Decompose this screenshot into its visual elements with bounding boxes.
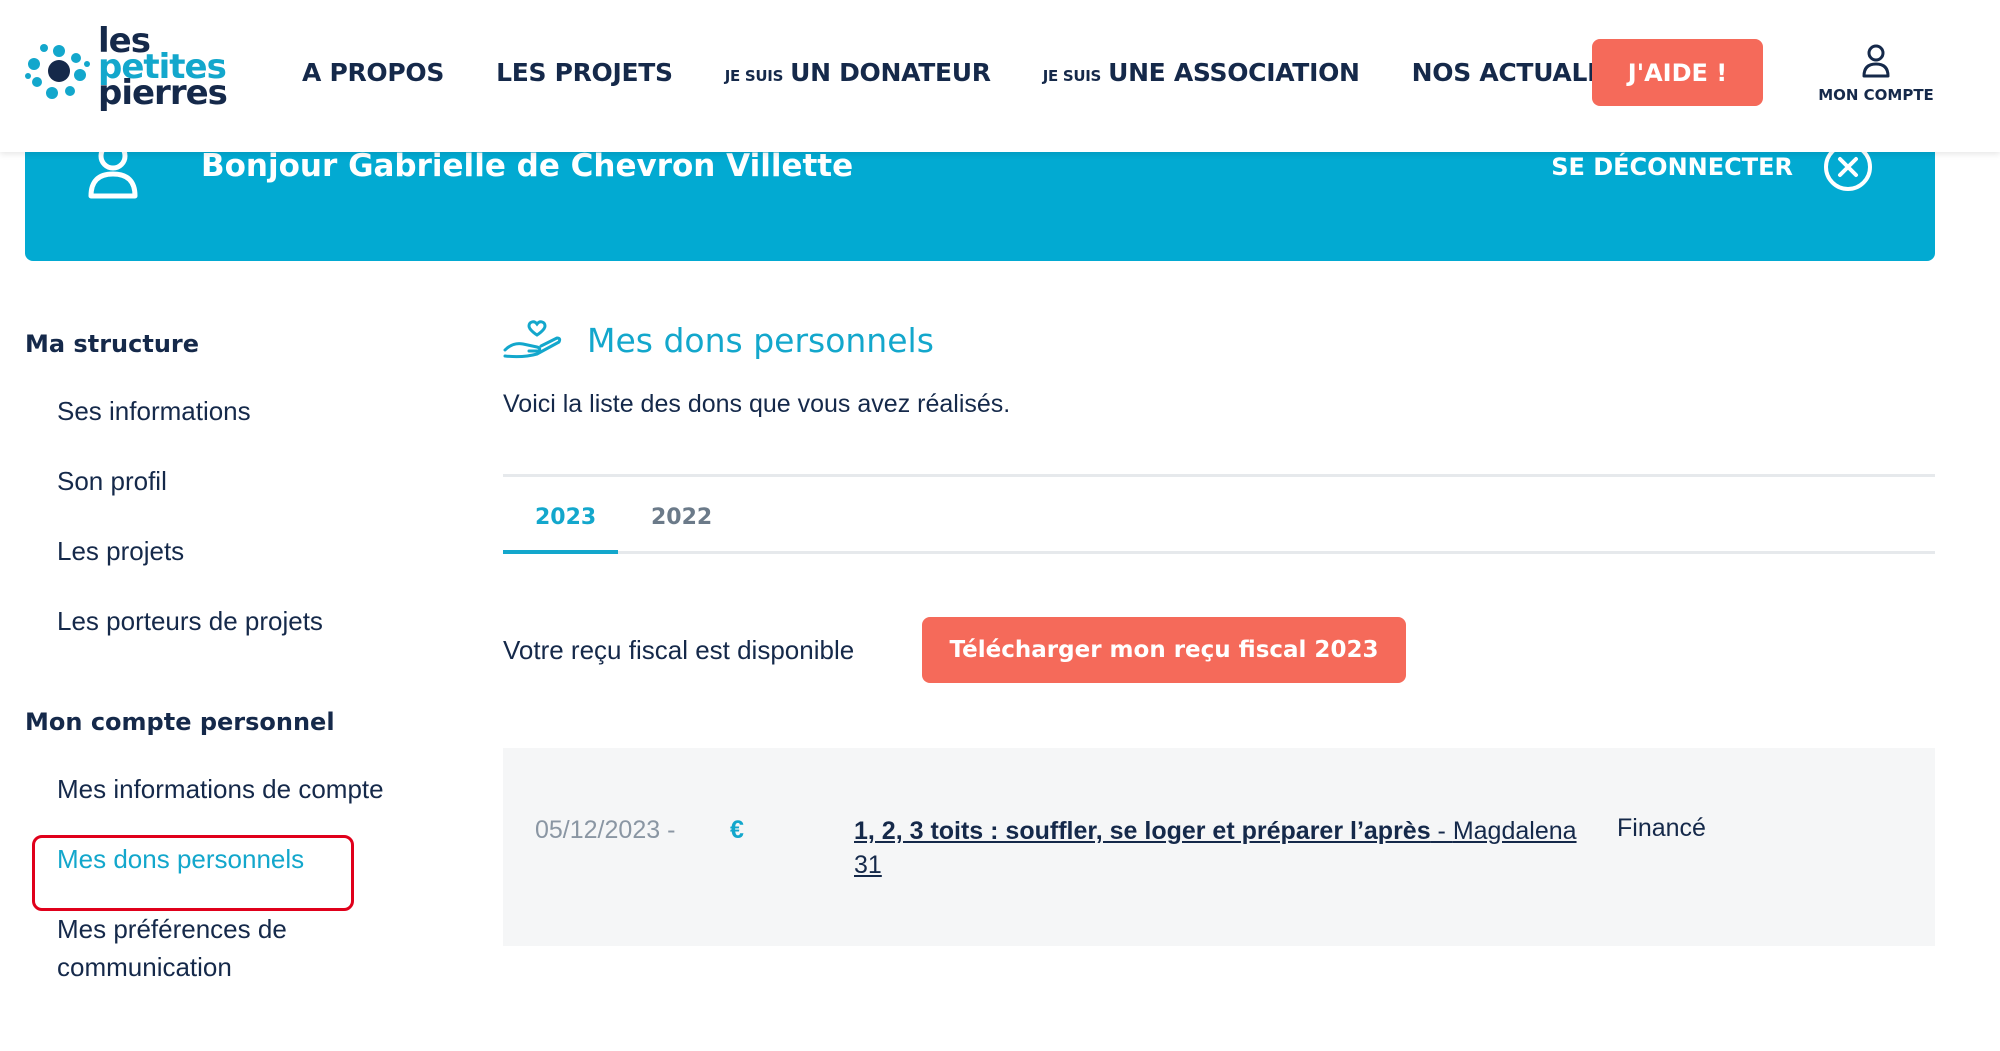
- logo-text-pierres: pierres: [98, 73, 228, 113]
- sidebar-item-son-profil[interactable]: Son profil: [57, 462, 445, 500]
- account-label: MON COMPTE: [1818, 86, 1934, 104]
- tab-2023[interactable]: 2023: [535, 505, 596, 530]
- nav-association[interactable]: JE SUIS UNE ASSOCIATION: [1043, 58, 1360, 87]
- sidebar-item-preferences-communication[interactable]: Mes préférences de communication: [57, 910, 347, 986]
- jaide-button[interactable]: J'AIDE !: [1592, 39, 1763, 106]
- site-header: les petites pierres A PROPOS LES PROJETS…: [0, 0, 2000, 152]
- user-icon: [1862, 44, 1890, 78]
- nav-prefix: JE SUIS: [1042, 67, 1102, 85]
- nav-donateur[interactable]: JE SUIS UN DONATEUR: [725, 58, 991, 87]
- logout-label: SE DÉCONNECTER: [1551, 153, 1793, 181]
- tab-2022[interactable]: 2022: [651, 505, 712, 530]
- sidebar-heading-compte-personnel: Mon compte personnel: [25, 708, 335, 736]
- donation-project-link[interactable]: 1, 2, 3 toits : souffler, se loger et pr…: [854, 817, 1577, 879]
- receipt-status-text: Votre reçu fiscal est disponible: [503, 635, 855, 665]
- donation-amount-currency: €: [730, 816, 744, 844]
- project-name: 1, 2, 3 toits : souffler, se loger et pr…: [854, 817, 1431, 845]
- year-tabs: 2023 2022: [503, 474, 1935, 554]
- main-nav: A PROPOS LES PROJETS JE SUIS UN DONATEUR …: [302, 58, 1699, 87]
- hand-heart-icon: [503, 320, 562, 359]
- donation-status: Financé: [1617, 814, 1706, 842]
- logo-dots-icon: [25, 44, 90, 99]
- sidebar-item-informations-compte[interactable]: Mes informations de compte: [57, 770, 445, 808]
- nav-prefix: JE SUIS: [724, 67, 784, 85]
- greeting-text: Bonjour Gabrielle de Chevron Villette: [201, 148, 854, 184]
- donation-row: 05/12/2023 - € 1, 2, 3 toits : souffler,…: [503, 748, 1935, 946]
- intro-text: Voici la liste des dons que vous avez ré…: [503, 390, 1011, 418]
- sidebar-heading-structure: Ma structure: [25, 330, 200, 358]
- sidebar-item-ses-informations[interactable]: Ses informations: [57, 392, 445, 430]
- account-link[interactable]: MON COMPTE: [1810, 44, 1942, 104]
- donation-date: 05/12/2023 -: [535, 816, 676, 844]
- project-separator: -: [1430, 817, 1453, 845]
- nav-les-projets[interactable]: LES PROJETS: [496, 58, 673, 87]
- nav-a-propos[interactable]: A PROPOS: [302, 58, 444, 87]
- site-logo[interactable]: les petites pierres: [24, 24, 228, 114]
- highlight-box: [32, 835, 354, 911]
- page-title: Mes dons personnels: [587, 320, 934, 360]
- download-receipt-button[interactable]: Télécharger mon reçu fiscal 2023: [922, 617, 1406, 683]
- sidebar-item-les-projets[interactable]: Les projets: [57, 532, 445, 570]
- active-tab-indicator: [503, 550, 618, 554]
- donation-project: 1, 2, 3 toits : souffler, se loger et pr…: [854, 814, 1594, 882]
- sidebar-item-porteurs-de-projets[interactable]: Les porteurs de projets: [57, 602, 445, 640]
- main-content: Mes dons personnels Voici la liste des d…: [503, 320, 1935, 946]
